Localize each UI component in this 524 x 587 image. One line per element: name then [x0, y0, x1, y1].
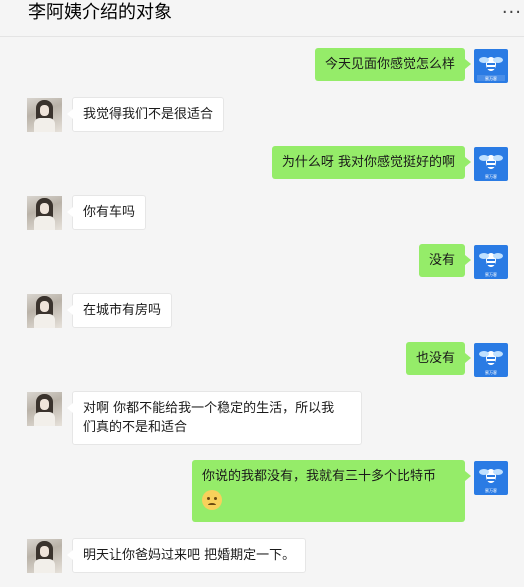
message-bubble-contact[interactable]: 明天让你爸妈过来吧 把婚期定一下。 [66, 538, 307, 573]
message-text: 我觉得我们不是很适合 [83, 107, 214, 122]
message-bubble-self[interactable]: 为什么呀 我对你感觉挺好的啊 [271, 146, 472, 179]
message-bubble-self[interactable]: 今天见面你感觉怎么样 [314, 48, 472, 81]
svg-text:蜜万客: 蜜万客 [485, 369, 497, 375]
self-avatar-bee-icon[interactable]: 蜜万客 [474, 343, 508, 377]
message-text: 为什么呀 我对你感觉挺好的啊 [281, 155, 455, 170]
contact-avatar[interactable] [27, 196, 62, 230]
message-text-line: 对啊 你都不能给我一个稳定的生活，所以我 [83, 401, 335, 416]
message-bubble-contact[interactable]: 你有车吗 [66, 195, 147, 230]
contact-avatar[interactable] [27, 392, 62, 426]
message-bubble-contact[interactable]: 对啊 你都不能给我一个稳定的生活，所以我 们真的不是和适合 [67, 391, 362, 445]
message-text: 今天见面你感觉怎么样 [324, 57, 455, 72]
svg-text:蜜万客: 蜜万客 [485, 173, 497, 179]
message-text: 你有车吗 [83, 205, 136, 220]
message-text: 你说的我都没有，我就有三十多个比特币 [202, 469, 437, 484]
message-text-line: 们真的不是和适合 [83, 420, 188, 435]
svg-text:蜜万客: 蜜万客 [485, 487, 497, 493]
message-bubble-contact[interactable]: 在城市有房吗 [66, 293, 173, 328]
svg-text:蜜万客: 蜜万客 [485, 271, 497, 277]
sad-face-emoji-icon [202, 490, 222, 510]
message-bubble-self[interactable]: 你说的我都没有，我就有三十多个比特币 [192, 460, 471, 522]
message-text: 在城市有房吗 [83, 303, 162, 318]
self-avatar-bee-icon[interactable]: 蜜万客 [474, 461, 508, 495]
contact-avatar[interactable] [27, 98, 62, 132]
contact-avatar[interactable] [27, 539, 62, 573]
message-bubble-contact[interactable]: 我觉得我们不是很适合 [66, 97, 225, 132]
message-text: 也没有 [415, 351, 455, 366]
chat-title: 李阿姨介绍的对象 [28, 2, 172, 23]
more-options-icon[interactable]: ··· [502, 4, 522, 22]
chat-header: 李阿姨介绍的对象 ··· [0, 0, 524, 37]
message-text: 明天让你爸妈过来吧 把婚期定一下。 [83, 548, 296, 563]
self-avatar-bee-icon[interactable]: 蜜万客 [474, 245, 508, 279]
message-bubble-self[interactable]: 也没有 [405, 342, 472, 375]
self-avatar-bee-icon[interactable]: 蜜万客 [474, 147, 508, 181]
message-text: 没有 [428, 253, 455, 268]
message-bubble-self[interactable]: 没有 [418, 244, 472, 277]
contact-avatar[interactable] [27, 294, 62, 328]
self-avatar-bee-icon[interactable]: 蜜万客 [474, 49, 508, 83]
svg-text:蜜万客: 蜜万客 [485, 75, 497, 81]
